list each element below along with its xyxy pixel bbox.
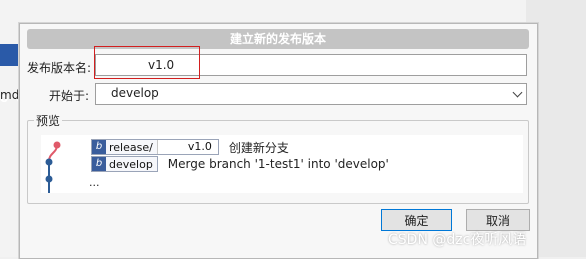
branch-icon: b (92, 140, 106, 154)
watermark: CSDN @dzc夜听风语 (388, 232, 527, 248)
preview-group-title: 预览 (34, 112, 63, 129)
branch-version: v1.0 (156, 140, 218, 154)
branch-badge-release: b release/ v1.0 (91, 139, 219, 155)
graph-node-previous (45, 175, 53, 183)
new-release-dialog: 建立新的发布版本 发布版本名: v1.0 开始于: develop 预览 b r… (19, 23, 538, 259)
more-ellipsis: ... (89, 175, 100, 189)
start-at-select[interactable]: develop (95, 83, 527, 105)
preview-row-release: b release/ v1.0 创建新分支 (91, 139, 289, 155)
ok-button[interactable]: 确定 (381, 209, 452, 231)
graph-node-develop (45, 158, 53, 166)
branch-name: develop (109, 157, 153, 171)
preview-area: b release/ v1.0 创建新分支 b develop Merge br… (41, 135, 523, 193)
branch-badge-develop: b develop (91, 156, 158, 172)
preview-row-develop: b develop Merge branch '1-test1' into 'd… (91, 156, 389, 172)
preview-row-text: 创建新分支 (228, 140, 289, 155)
start-at-value: develop (111, 86, 159, 100)
chevron-down-icon[interactable] (512, 87, 523, 98)
commit-message: Merge branch '1-test1' into 'develop' (167, 157, 389, 171)
version-name-label: 发布版本名: (27, 61, 92, 75)
background-text-fragment-2: md (0, 88, 20, 102)
highlight-annotation (94, 46, 200, 79)
start-at-label: 开始于: (49, 89, 90, 103)
graph-node-release (53, 141, 61, 149)
branch-icon: b (92, 157, 106, 171)
preview-row-more: ... (89, 174, 100, 190)
branch-graph (45, 141, 61, 193)
branch-name: release/ (109, 140, 153, 154)
preview-group: 预览 b release/ v1.0 创建新分支 b develop Merge… (27, 112, 529, 204)
cancel-button[interactable]: 取消 (466, 209, 530, 231)
